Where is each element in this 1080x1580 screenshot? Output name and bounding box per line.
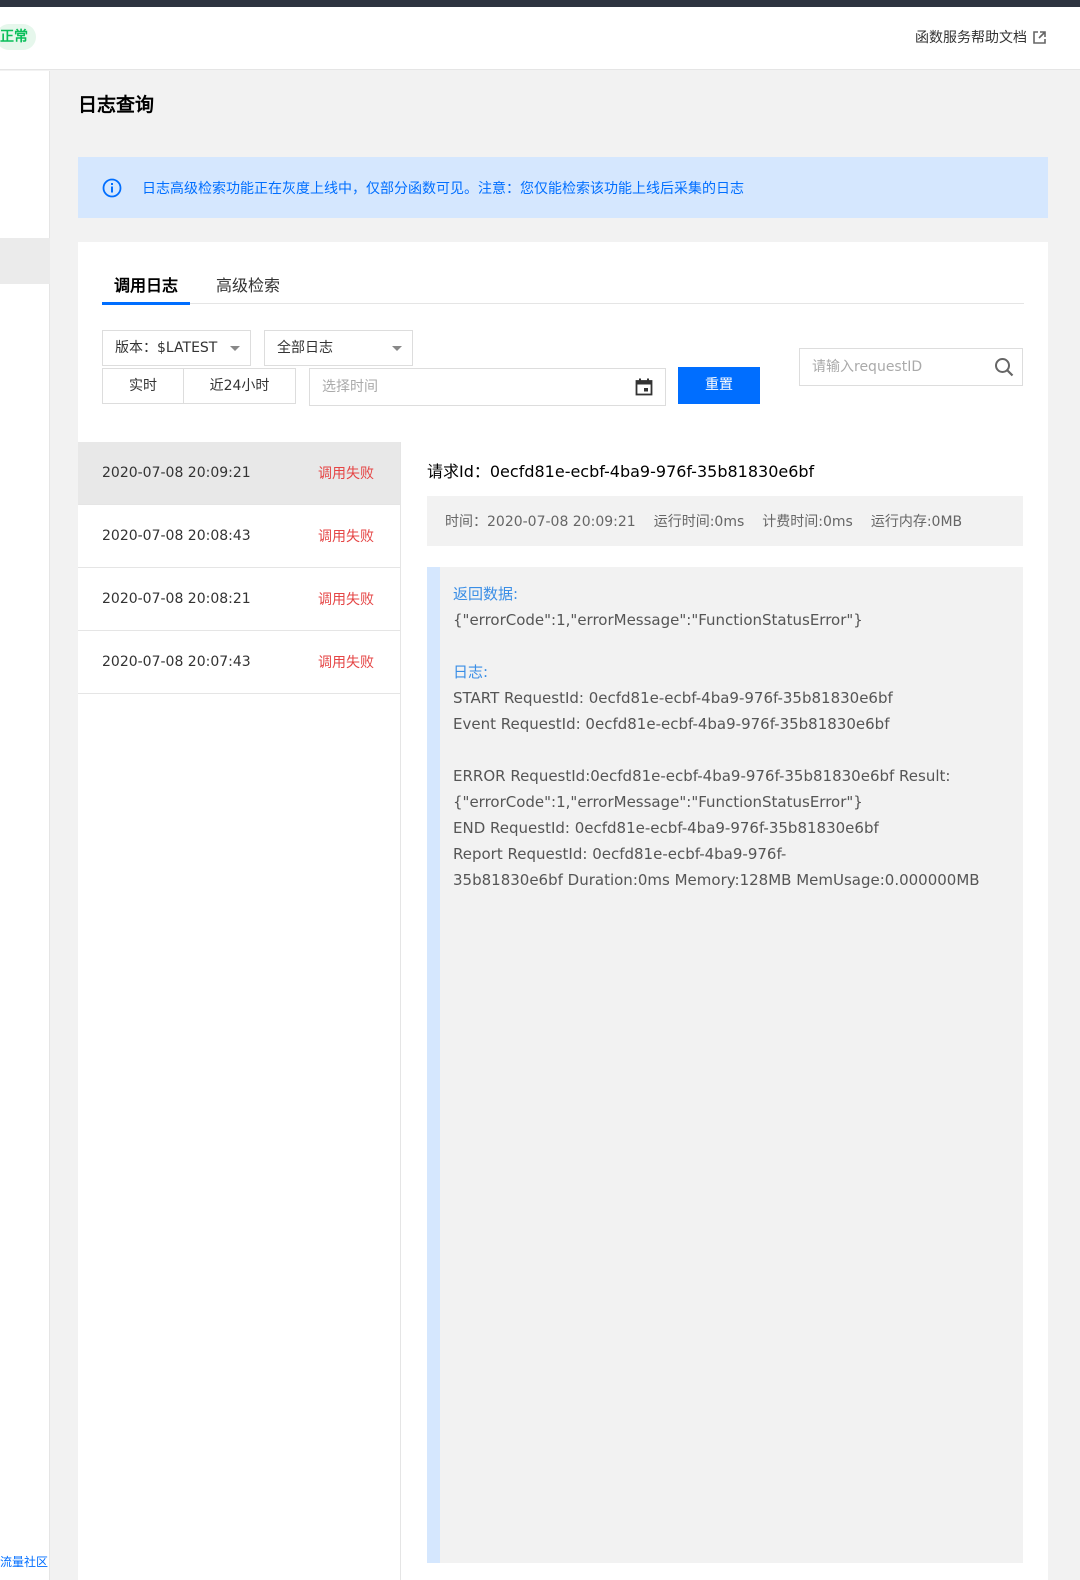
log-time: 2020-07-08 20:07:43 [102,654,251,670]
return-data-value: {"errorCode":1,"errorMessage":"FunctionS… [453,611,863,629]
log-detail-panel: 请求Id：0ecfd81e-ecbf-4ba9-976f-35b81830e6b… [427,458,1023,1563]
help-docs-link[interactable]: 函数服务帮助文档 [915,27,1046,47]
version-select-value: 版本：$LATEST [115,340,218,356]
return-data-label: 返回数据: [453,585,519,603]
time-picker-input[interactable]: 选择时间 [309,368,666,406]
list-item[interactable]: 2020-07-08 20:09:21 调用失败 [78,442,400,505]
log-status: 调用失败 [318,592,374,608]
log-card: 调用日志 高级检索 版本：$LATEST 全部日志 实时 近24小时 选择时间 … [78,242,1048,1580]
sidebar-selected-item[interactable] [0,238,50,284]
meta-time: 时间：2020-07-08 20:09:21 [445,514,636,530]
list-item[interactable]: 2020-07-08 20:08:43 调用失败 [78,505,400,568]
tab-invocation-logs[interactable]: 调用日志 [102,270,191,305]
log-line: ERROR RequestId:0ecfd81e-ecbf-4ba9-976f-… [453,767,951,785]
meta-billed-time: 计费时间:0ms [762,514,853,530]
page-title: 日志查询 [78,94,155,116]
status-badge: 正常 [0,24,36,50]
log-line: Report RequestId: 0ecfd81e-ecbf-4ba9-976… [453,845,787,863]
notice-text: 日志高级检索功能正在灰度上线中，仅部分函数可见。注意：您仅能检索该功能上线后采集… [142,180,744,197]
log-type-select[interactable]: 全部日志 [264,330,413,366]
last-24h-button[interactable]: 近24小时 [183,368,296,404]
tab-bar: 调用日志 高级检索 [102,270,1024,305]
log-line: 35b81830e6bf Duration:0ms Memory:128MB M… [453,871,980,889]
log-time: 2020-07-08 20:09:21 [102,465,251,481]
log-status: 调用失败 [318,655,374,671]
time-picker-placeholder: 选择时间 [322,379,378,395]
info-notice: 日志高级检索功能正在灰度上线中，仅部分函数可见。注意：您仅能检索该功能上线后采集… [78,157,1048,218]
log-time: 2020-07-08 20:08:21 [102,591,251,607]
request-id-placeholder: 请输入requestID [812,359,923,375]
help-docs-label: 函数服务帮助文档 [915,30,1027,46]
meta-memory: 运行内存:0MB [870,514,963,530]
chevron-down-icon [230,346,240,351]
log-output: 返回数据: {"errorCode":1,"errorMessage":"Fun… [427,567,1023,1563]
top-bar: 正常 函数服务帮助文档 [0,7,1080,70]
list-item[interactable]: 2020-07-08 20:07:43 调用失败 [78,631,400,694]
calendar-icon [635,378,653,396]
log-type-select-value: 全部日志 [277,340,333,356]
left-sidebar: 流量社区 [0,71,50,1580]
version-select[interactable]: 版本：$LATEST [102,330,251,366]
search-icon[interactable] [994,357,1014,377]
log-line: {"errorCode":1,"errorMessage":"FunctionS… [453,793,863,811]
log-time: 2020-07-08 20:08:43 [102,528,251,544]
meta-run-time: 运行时间:0ms [653,514,745,530]
log-line: END RequestId: 0ecfd81e-ecbf-4ba9-976f-3… [453,819,879,837]
info-icon [102,178,122,197]
log-section-label: 日志: [453,663,489,681]
log-line-blank [453,737,1023,763]
tab-advanced-search[interactable]: 高级检索 [204,270,292,304]
top-strip [0,0,1080,7]
log-status: 调用失败 [318,466,374,482]
log-line: Event RequestId: 0ecfd81e-ecbf-4ba9-976f… [453,715,890,733]
log-status: 调用失败 [318,529,374,545]
log-line: START RequestId: 0ecfd81e-ecbf-4ba9-976f… [453,689,893,707]
list-item[interactable]: 2020-07-08 20:08:21 调用失败 [78,568,400,631]
realtime-button[interactable]: 实时 [102,368,184,404]
reset-button[interactable]: 重置 [678,367,760,404]
chevron-down-icon [392,346,402,351]
log-list: 2020-07-08 20:09:21 调用失败 2020-07-08 20:0… [78,442,401,1580]
community-link[interactable]: 流量社区 [0,1553,50,1570]
log-meta-bar: 时间：2020-07-08 20:09:21 运行时间:0ms 计费时间:0ms… [427,496,1023,546]
request-id-search-input[interactable]: 请输入requestID [799,348,1023,386]
external-link-icon [1033,30,1046,44]
request-id-heading: 请求Id：0ecfd81e-ecbf-4ba9-976f-35b81830e6b… [427,462,815,481]
